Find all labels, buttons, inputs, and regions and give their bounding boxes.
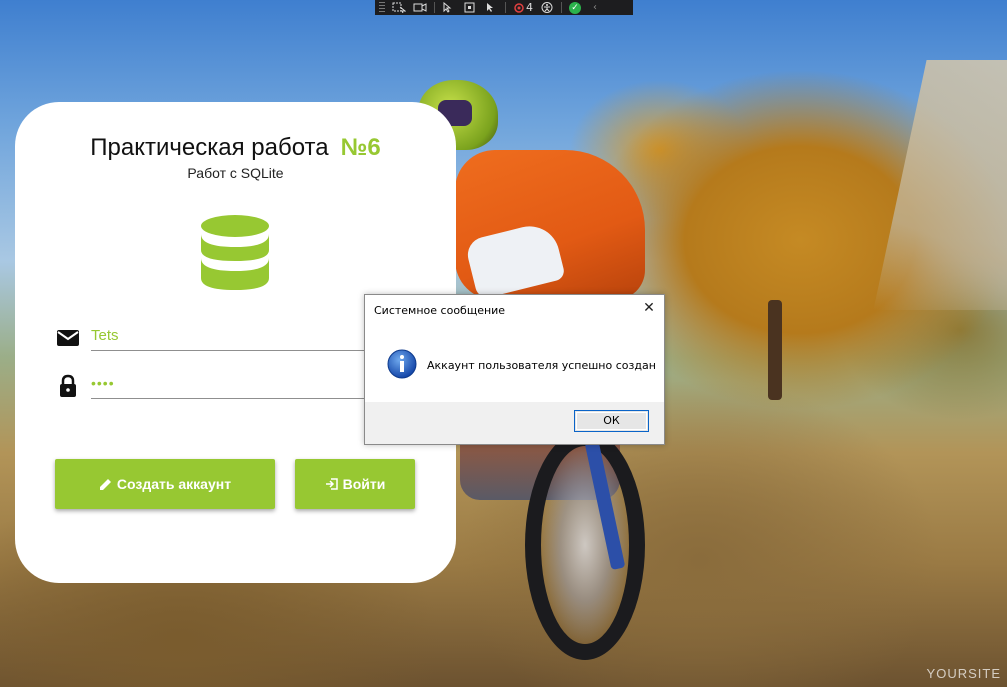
frame-icon[interactable] [463,2,477,13]
pointer-icon[interactable] [484,2,498,13]
background-tree-trunk [768,300,782,400]
pencil-icon [99,479,111,490]
select-element-icon[interactable] [392,2,407,14]
collapse-icon[interactable]: ‹ [588,2,602,13]
bug-icon [514,3,524,13]
ok-button[interactable]: ОК [574,410,649,432]
lock-icon [60,374,76,397]
dialog-message: Аккаунт пользователя успешно создан [427,359,656,372]
login-field[interactable]: Tets [91,321,391,351]
toolbar-separator [505,2,506,13]
watermark: YOURSITE [926,666,1001,681]
info-icon [387,349,417,379]
bug-count: 4 [526,1,533,14]
debug-toolbar: 4 ✓ ‹ [375,0,633,15]
close-icon[interactable]: ✕ [642,301,656,315]
login-button[interactable]: Войти [295,459,415,509]
work-number: №6 [340,134,381,161]
database-icon [201,215,269,290]
login-value: Tets [91,327,119,344]
check-icon[interactable]: ✓ [569,1,581,14]
accessibility-icon[interactable] [540,2,554,13]
dialog-footer: ОК [365,402,664,444]
toolbar-separator [561,2,562,13]
login-icon [325,478,338,490]
system-message-dialog: Системное сообщение ✕ Аккаунт пользовате… [364,294,665,445]
bug-counter[interactable]: 4 [513,1,533,14]
password-field[interactable]: •••• [91,369,391,399]
page-subtitle: Работ с SQLite [187,165,284,181]
page-title-text: Практическая работа [90,134,329,161]
video-icon[interactable] [413,2,427,13]
email-icon [57,330,79,346]
cursor-icon[interactable] [442,1,456,13]
dialog-title: Системное сообщение [374,304,506,317]
create-account-button[interactable]: Создать аккаунт [55,459,275,509]
login-label: Войти [342,476,386,492]
page-title: Практическая работа №6 [15,134,456,162]
toolbar-grip-icon[interactable] [379,2,385,13]
create-account-label: Создать аккаунт [116,476,232,492]
password-value: •••• [91,375,115,391]
background-bike-wheel [525,430,645,660]
toolbar-separator [434,2,435,13]
